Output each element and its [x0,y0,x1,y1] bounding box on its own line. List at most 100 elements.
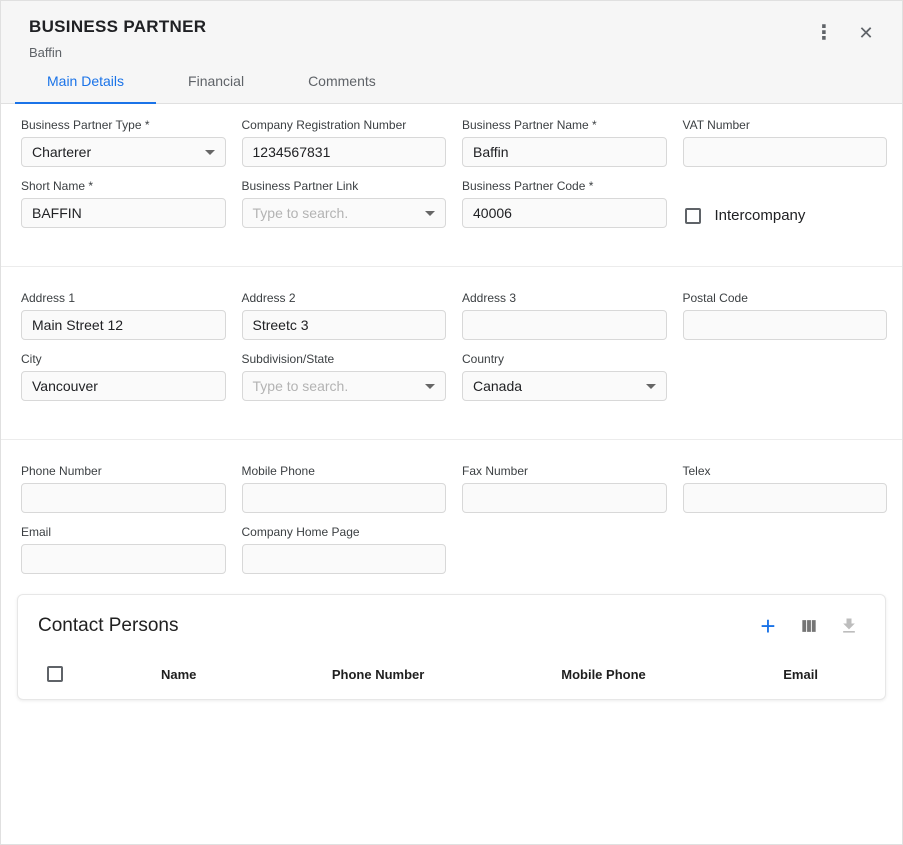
email-input[interactable] [21,544,226,574]
tab-comments[interactable]: Comments [276,60,408,104]
company-registration-number-input[interactable] [242,137,447,167]
field-phone-number: Phone Number [21,464,226,513]
business-partner-type-label: Business Partner Type * [21,118,226,132]
business-partner-code-label: Business Partner Code * [462,179,667,193]
field-business-partner-type: Business Partner Type * Charterer [21,118,226,167]
grid-spacer [462,525,667,574]
subdivision-state-select[interactable]: Type to search. [242,371,447,401]
phone-number-label: Phone Number [21,464,226,478]
contact-persons-card-header: Contact Persons + [18,595,885,649]
phone-number-input[interactable] [21,483,226,513]
page-subtitle: Baffin [29,45,206,60]
business-partner-link-select[interactable]: Type to search. [242,198,447,228]
select-all-checkbox[interactable] [47,666,63,682]
add-contact-person-icon[interactable]: + [755,613,781,639]
mobile-phone-label: Mobile Phone [242,464,447,478]
subdivision-state-placeholder: Type to search. [253,378,349,394]
main-details-panel: Business Partner Type * Charterer Compan… [1,104,902,700]
field-short-name: Short Name * [21,179,226,228]
business-partner-type-value: Charterer [32,144,91,160]
field-business-partner-code: Business Partner Code * [462,179,667,228]
column-header-name: Name [92,667,265,682]
address-3-input[interactable] [462,310,667,340]
postal-code-label: Postal Code [683,291,888,305]
contact-persons-title: Contact Persons [38,615,178,637]
field-address-1: Address 1 [21,291,226,340]
fax-number-input[interactable] [462,483,667,513]
field-email: Email [21,525,226,574]
telex-input[interactable] [683,483,888,513]
business-partner-dialog: BUSINESS PARTNER Baffin ⋮ ✕ Main Details… [0,0,903,845]
company-home-page-label: Company Home Page [242,525,447,539]
field-mobile-phone: Mobile Phone [242,464,447,513]
address-2-label: Address 2 [242,291,447,305]
field-business-partner-link: Business Partner Link Type to search. [242,179,447,228]
contact-info-section: Phone Number Mobile Phone Fax Number Tel… [6,464,902,574]
chevron-down-icon [205,150,215,155]
country-select[interactable]: Canada [462,371,667,401]
field-city: City [21,352,226,401]
address-3-label: Address 3 [462,291,667,305]
business-partner-name-input[interactable] [462,137,667,167]
select-all-cell [18,666,92,682]
more-options-icon[interactable]: ⋮ [810,19,838,47]
business-partner-type-select[interactable]: Charterer [21,137,226,167]
postal-code-input[interactable] [683,310,888,340]
field-address-2: Address 2 [242,291,447,340]
address-section: Address 1 Address 2 Address 3 Postal Cod… [6,291,902,401]
address-1-input[interactable] [21,310,226,340]
field-business-partner-name: Business Partner Name * [462,118,667,167]
tab-financial[interactable]: Financial [156,60,276,104]
field-intercompany: Intercompany [683,203,888,228]
company-registration-number-label: Company Registration Number [242,118,447,132]
field-postal-code: Postal Code [683,291,888,340]
chevron-down-icon [425,211,435,216]
field-vat-number: VAT Number [683,118,888,167]
chevron-down-icon [425,384,435,389]
contact-persons-actions: + [755,613,861,639]
chevron-down-icon [646,384,656,389]
section-divider [1,266,902,267]
address-2-input[interactable] [242,310,447,340]
field-company-home-page: Company Home Page [242,525,447,574]
vat-number-label: VAT Number [683,118,888,132]
contact-persons-table-header: Name Phone Number Mobile Phone Email [18,649,885,699]
city-label: City [21,352,226,366]
column-header-phone-number: Phone Number [265,667,490,682]
intercompany-label: Intercompany [715,207,806,224]
field-fax-number: Fax Number [462,464,667,513]
column-header-email: Email [716,667,885,682]
header-actions: ⋮ ✕ [810,17,880,47]
intercompany-checkbox[interactable] [685,208,701,224]
short-name-input[interactable] [21,198,226,228]
address-1-label: Address 1 [21,291,226,305]
identity-section: Business Partner Type * Charterer Compan… [6,118,902,228]
country-value: Canada [473,378,522,394]
page-title: BUSINESS PARTNER [29,17,206,37]
field-address-3: Address 3 [462,291,667,340]
tab-bar: Main Details Financial Comments [1,60,902,104]
dialog-header: BUSINESS PARTNER Baffin ⋮ ✕ [1,1,902,60]
field-country: Country Canada [462,352,667,401]
column-header-mobile-phone: Mobile Phone [491,667,716,682]
business-partner-link-label: Business Partner Link [242,179,447,193]
field-telex: Telex [683,464,888,513]
business-partner-name-label: Business Partner Name * [462,118,667,132]
country-label: Country [462,352,667,366]
company-home-page-input[interactable] [242,544,447,574]
telex-label: Telex [683,464,888,478]
contact-persons-card: Contact Persons + [17,594,886,700]
close-icon[interactable]: ✕ [852,19,880,47]
download-icon[interactable] [837,614,861,638]
business-partner-code-input[interactable] [462,198,667,228]
city-input[interactable] [21,371,226,401]
mobile-phone-input[interactable] [242,483,447,513]
field-company-registration-number: Company Registration Number [242,118,447,167]
vat-number-input[interactable] [683,137,888,167]
short-name-label: Short Name * [21,179,226,193]
tab-main-details[interactable]: Main Details [15,60,156,104]
subdivision-state-label: Subdivision/State [242,352,447,366]
grid-spacer [683,525,888,574]
columns-icon[interactable] [797,614,821,638]
email-label: Email [21,525,226,539]
